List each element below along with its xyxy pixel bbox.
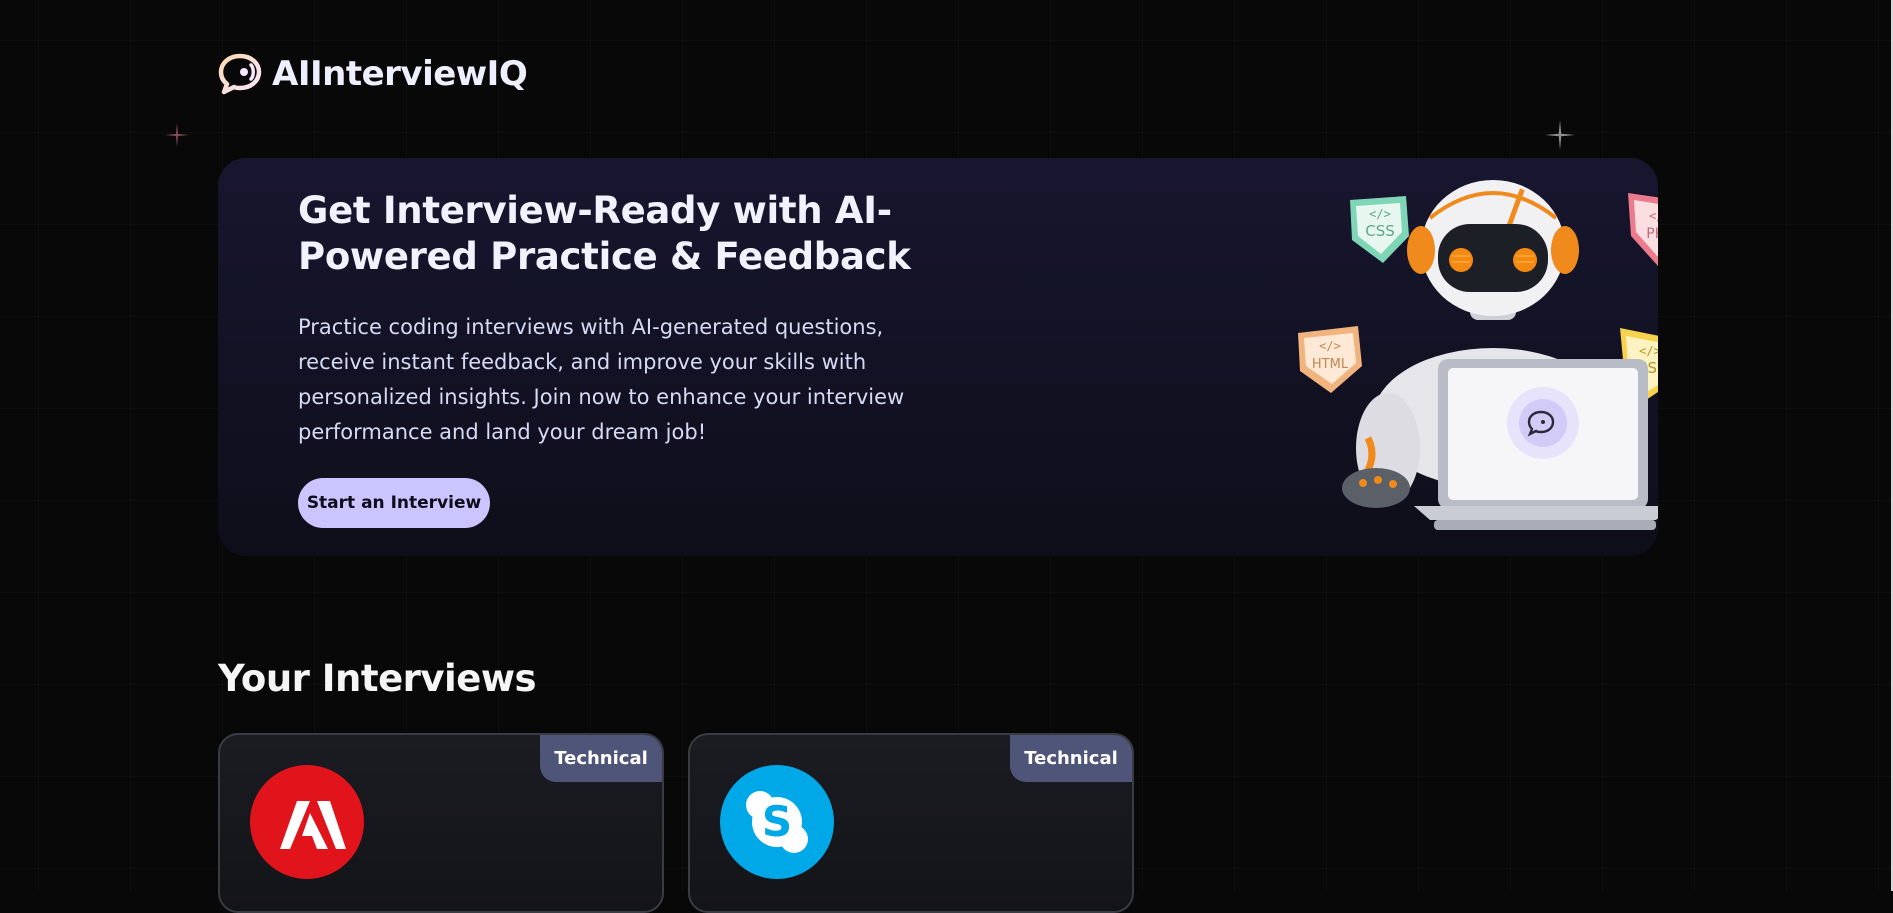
hero-title: Get Interview-Ready with AI-Powered Prac… (298, 189, 911, 278)
sparkle-icon (1545, 120, 1575, 150)
svg-text:</>: </> (1369, 207, 1391, 221)
svg-text:</>: </> (1639, 344, 1658, 358)
skype-logo-icon: S (720, 765, 834, 879)
svg-text:</>: </> (1319, 339, 1341, 353)
hero-banner: Get Interview-Ready with AI-Powered Prac… (218, 158, 1658, 556)
hero-description: Practice coding interviews with AI-gener… (298, 315, 905, 444)
html-tag: HTML </> (1298, 326, 1362, 393)
robot-illustration: CSS </> PHP </> HTML </> JS </> (1298, 180, 1658, 530)
interview-type-badge: Technical (1010, 735, 1132, 782)
sparkle-icon (165, 123, 189, 147)
php-tag-label: PHP (1646, 226, 1658, 242)
interview-card[interactable]: Technical S (688, 733, 1134, 913)
css-tag-label: CSS (1365, 222, 1395, 240)
adobe-logo-icon (250, 765, 364, 879)
start-interview-button[interactable]: Start an Interview (298, 478, 490, 528)
php-tag: PHP </> (1628, 193, 1658, 266)
section-title-your-interviews: Your Interviews (218, 657, 537, 700)
interview-type-badge: Technical (540, 735, 662, 782)
html-tag-label: HTML (1312, 357, 1349, 372)
svg-text:</>: </> (1649, 209, 1658, 223)
interview-card[interactable]: Technical (218, 733, 664, 913)
css-tag: CSS </> (1350, 196, 1409, 263)
top-nav: AIInterviewIQ (218, 53, 528, 95)
logo-link[interactable]: AIInterviewIQ (218, 53, 528, 95)
app-name: AIInterviewIQ (272, 54, 528, 94)
chat-bubble-icon (218, 53, 262, 95)
svg-text:S: S (762, 797, 792, 846)
